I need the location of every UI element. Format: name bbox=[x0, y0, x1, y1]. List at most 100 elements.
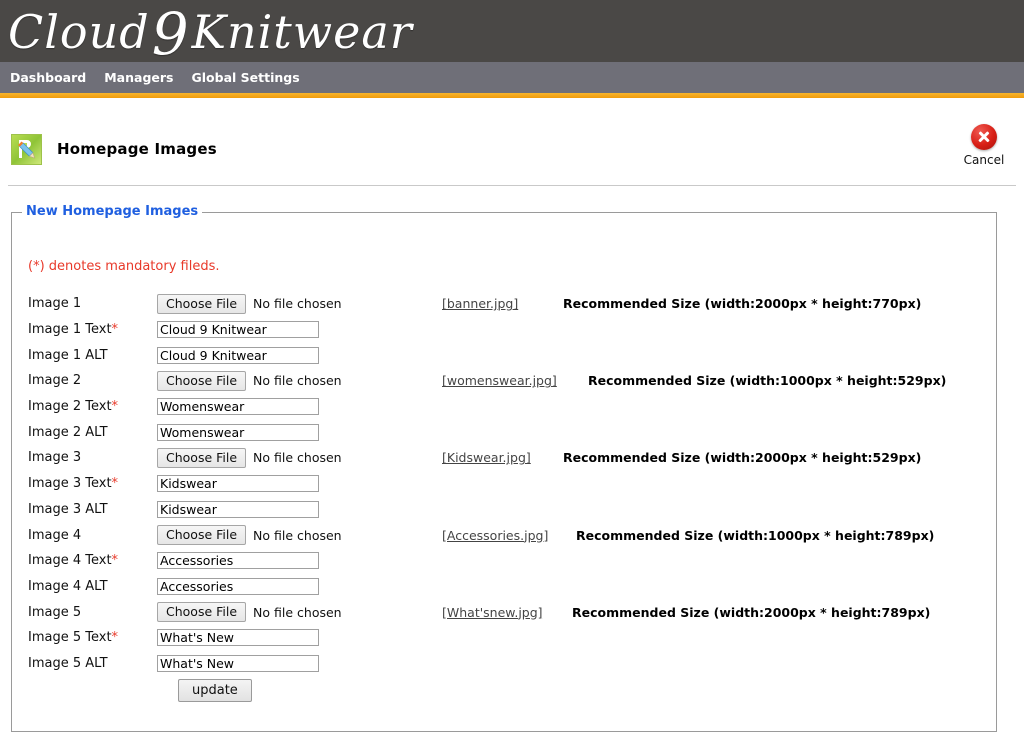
current-file-link-anchor[interactable]: [Kidswear.jpg] bbox=[442, 450, 531, 465]
image-alt-row: Image 2 ALT bbox=[12, 419, 996, 445]
image-text-label-text: Image 1 Text bbox=[28, 322, 112, 338]
current-file-link-anchor[interactable]: [Accessories.jpg] bbox=[442, 528, 548, 543]
image-group: Image 4 Choose File No file chosen [Access… bbox=[12, 522, 996, 599]
current-file-link-anchor[interactable]: [womenswear.jpg] bbox=[442, 373, 557, 388]
current-file-link[interactable]: [banner.jpg] bbox=[442, 296, 518, 311]
nav-item-dashboard[interactable]: Dashboard bbox=[10, 70, 86, 85]
image-alt-label: Image 1 ALT bbox=[28, 347, 108, 363]
current-file-link[interactable]: [womenswear.jpg] bbox=[442, 373, 557, 388]
image-alt-input[interactable] bbox=[157, 500, 319, 518]
file-status-label: No file chosen bbox=[253, 373, 342, 389]
image-file-row: Image 1 Choose File No file chosen [banner… bbox=[12, 291, 996, 317]
image-text-label: Image 5 Text* bbox=[12, 630, 157, 645]
close-circle-icon[interactable] bbox=[971, 124, 997, 150]
file-status-label: No file chosen bbox=[253, 527, 342, 543]
image-alt-input[interactable] bbox=[157, 346, 319, 364]
choose-file-button[interactable]: Choose File bbox=[157, 525, 247, 546]
current-file-link[interactable]: [Accessories.jpg] bbox=[442, 528, 548, 543]
image-alt-label: Image 4 ALT bbox=[28, 578, 108, 594]
mandatory-note: (*) denotes mandatory fileds. bbox=[28, 259, 220, 274]
brand-name-part2: Knitwear bbox=[191, 5, 413, 59]
image-text-label: Image 3 Text* bbox=[12, 476, 157, 491]
recommended-size-text: Recommended Size (width:2000px * height:… bbox=[563, 296, 922, 312]
image-file-label: Image 4 bbox=[28, 527, 82, 543]
required-asterisk: * bbox=[111, 476, 119, 492]
cancel-button-label: Cancel bbox=[963, 153, 1005, 167]
file-input[interactable]: Choose File No file chosen bbox=[157, 525, 342, 546]
recommended-size-text: Recommended Size (width:1000px * height:… bbox=[588, 373, 947, 389]
image-alt-row: Image 4 ALT bbox=[12, 574, 996, 600]
brand-logo: Cloud9Knitwear bbox=[8, 0, 413, 62]
image-alt-input[interactable] bbox=[157, 654, 319, 672]
required-asterisk: * bbox=[111, 553, 119, 569]
required-asterisk: * bbox=[111, 399, 119, 415]
choose-file-button[interactable]: Choose File bbox=[157, 293, 247, 314]
image-group: Image 2 Choose File No file chosen [womens… bbox=[12, 368, 996, 445]
image-alt-input[interactable] bbox=[157, 423, 319, 441]
image-alt-label: Image 3 ALT bbox=[28, 501, 108, 517]
image-text-row: Image 4 Text* bbox=[12, 548, 996, 574]
image-alt-row: Image 1 ALT bbox=[12, 342, 996, 368]
recommended-size-text: Recommended Size (width:2000px * height:… bbox=[563, 450, 922, 466]
image-alt-label: Image 5 ALT bbox=[28, 655, 108, 671]
image-text-row: Image 5 Text* bbox=[12, 625, 996, 651]
image-text-row: Image 3 Text* bbox=[12, 471, 996, 497]
image-text-label: Image 1 Text* bbox=[12, 322, 157, 337]
image-group: Image 3 Choose File No file chosen [Kidswe… bbox=[12, 445, 996, 522]
image-text-row: Image 1 Text* bbox=[12, 317, 996, 343]
current-file-link[interactable]: [What'snew.jpg] bbox=[442, 605, 543, 620]
current-file-link[interactable]: [Kidswear.jpg] bbox=[442, 450, 531, 465]
main-navigation: Dashboard Managers Global Settings bbox=[0, 62, 1024, 93]
image-text-label: Image 2 Text* bbox=[12, 399, 157, 414]
image-rows: Image 1 Choose File No file chosen [banner… bbox=[12, 291, 996, 704]
image-alt-label: Image 2 ALT bbox=[28, 424, 108, 440]
image-text-input[interactable] bbox=[157, 321, 319, 339]
choose-file-button[interactable]: Choose File bbox=[157, 447, 247, 468]
current-file-link-anchor[interactable]: [What'snew.jpg] bbox=[442, 605, 543, 620]
image-text-input[interactable] bbox=[157, 629, 319, 647]
choose-file-button[interactable]: Choose File bbox=[157, 370, 247, 391]
nav-item-global-settings[interactable]: Global Settings bbox=[191, 70, 299, 85]
image-text-row: Image 2 Text* bbox=[12, 394, 996, 420]
file-input[interactable]: Choose File No file chosen bbox=[157, 602, 342, 623]
brand-name-part1: Cloud bbox=[8, 5, 150, 59]
image-text-label: Image 4 Text* bbox=[12, 553, 157, 568]
image-text-label-text: Image 3 Text bbox=[28, 476, 112, 492]
required-asterisk: * bbox=[111, 322, 119, 338]
image-file-label: Image 5 bbox=[28, 604, 82, 620]
file-input[interactable]: Choose File No file chosen bbox=[157, 293, 342, 314]
page-title: Homepage Images bbox=[57, 140, 217, 158]
cancel-button[interactable]: Cancel bbox=[956, 124, 1012, 167]
image-text-input[interactable] bbox=[157, 552, 319, 570]
image-text-label-text: Image 4 Text bbox=[28, 553, 112, 569]
brand-swash-glyph: 9 bbox=[151, 0, 190, 62]
image-alt-row: Image 5 ALT bbox=[12, 651, 996, 677]
update-row: update bbox=[12, 676, 996, 704]
image-alt-row: Image 3 ALT bbox=[12, 497, 996, 523]
image-alt-input[interactable] bbox=[157, 577, 319, 595]
image-file-row: Image 3 Choose File No file chosen [Kidswe… bbox=[12, 445, 996, 471]
image-file-row: Image 2 Choose File No file chosen [womens… bbox=[12, 368, 996, 394]
recommended-size-text: Recommended Size (width:2000px * height:… bbox=[572, 604, 931, 620]
choose-file-button[interactable]: Choose File bbox=[157, 602, 247, 623]
image-file-label: Image 1 bbox=[28, 296, 82, 312]
image-file-label: Image 3 bbox=[28, 450, 82, 466]
image-file-label: Image 2 bbox=[28, 373, 82, 389]
fieldset-legend: New Homepage Images bbox=[22, 204, 203, 219]
image-text-input[interactable] bbox=[157, 398, 319, 416]
recommended-size-text: Recommended Size (width:1000px * height:… bbox=[576, 527, 935, 543]
file-input[interactable]: Choose File No file chosen bbox=[157, 447, 342, 468]
page-edit-icon bbox=[11, 134, 42, 165]
current-file-link-anchor[interactable]: [banner.jpg] bbox=[442, 296, 518, 311]
image-group: Image 1 Choose File No file chosen [banner… bbox=[12, 291, 996, 368]
image-text-label-text: Image 2 Text bbox=[28, 399, 112, 415]
file-input[interactable]: Choose File No file chosen bbox=[157, 370, 342, 391]
image-text-input[interactable] bbox=[157, 475, 319, 493]
image-text-label-text: Image 5 Text bbox=[28, 630, 112, 646]
header-separator bbox=[8, 185, 1016, 186]
required-asterisk: * bbox=[111, 630, 119, 646]
file-status-label: No file chosen bbox=[253, 604, 342, 620]
update-button[interactable]: update bbox=[178, 678, 252, 702]
file-status-label: No file chosen bbox=[253, 450, 342, 466]
nav-item-managers[interactable]: Managers bbox=[104, 70, 173, 85]
